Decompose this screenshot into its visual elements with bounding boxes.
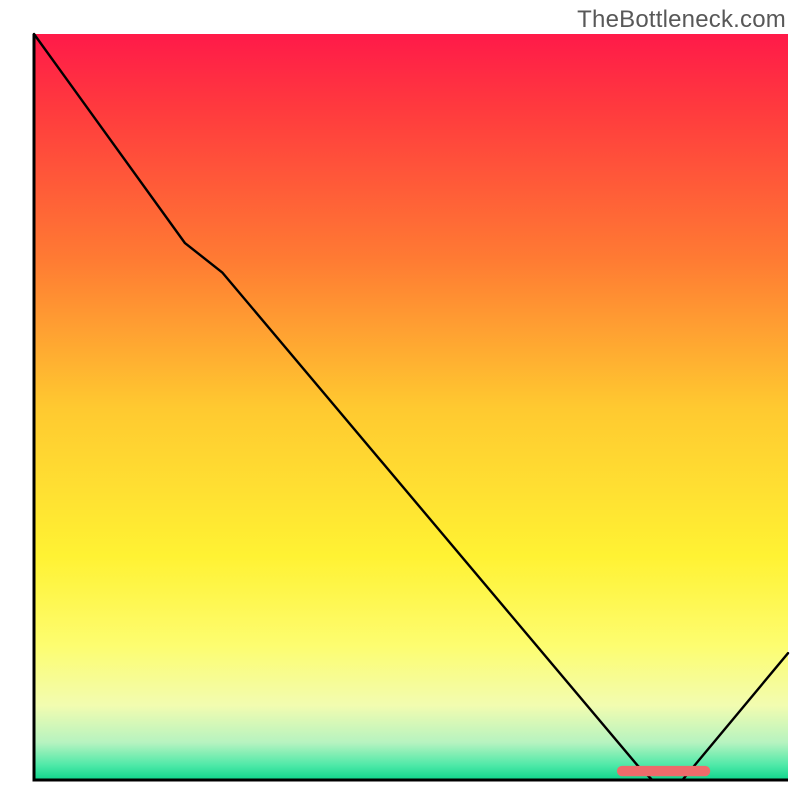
- plot-background: [34, 34, 788, 780]
- chart-svg: [0, 0, 800, 800]
- chart-container: TheBottleneck.com: [0, 0, 800, 800]
